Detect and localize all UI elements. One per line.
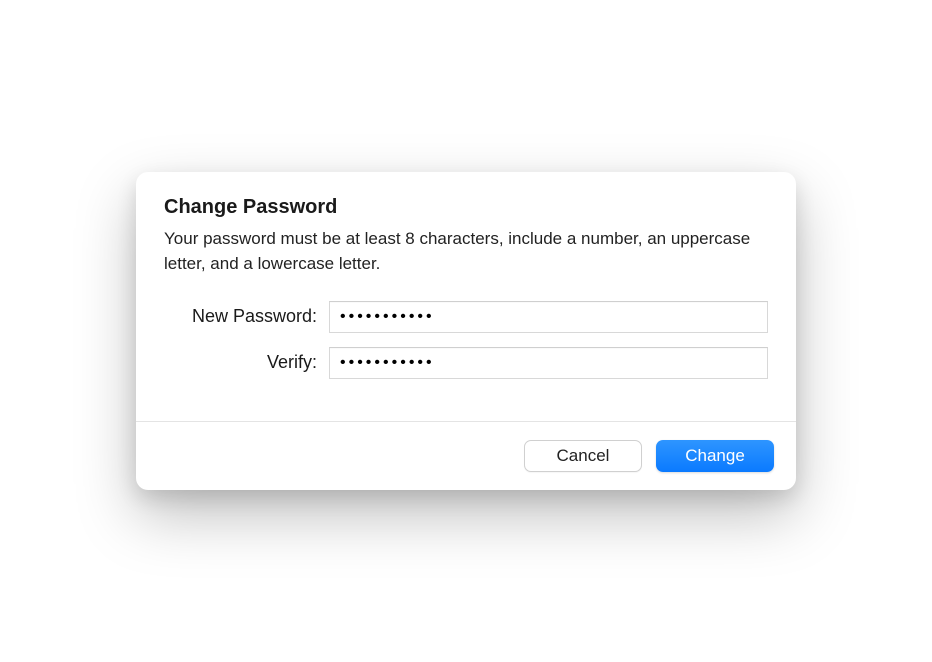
dialog-subtitle: Your password must be at least 8 charact… (164, 227, 768, 276)
new-password-row: New Password: (164, 301, 768, 333)
verify-password-row: Verify: (164, 347, 768, 379)
change-password-dialog: Change Password Your password must be at… (136, 172, 796, 489)
dialog-footer: Cancel Change (136, 422, 796, 490)
verify-password-label: Verify: (164, 352, 329, 373)
dialog-content: Change Password Your password must be at… (136, 172, 796, 420)
dialog-title: Change Password (164, 196, 768, 219)
new-password-input[interactable] (329, 301, 768, 333)
verify-password-input[interactable] (329, 347, 768, 379)
new-password-label: New Password: (164, 306, 329, 327)
cancel-button[interactable]: Cancel (524, 440, 642, 472)
change-button[interactable]: Change (656, 440, 774, 472)
